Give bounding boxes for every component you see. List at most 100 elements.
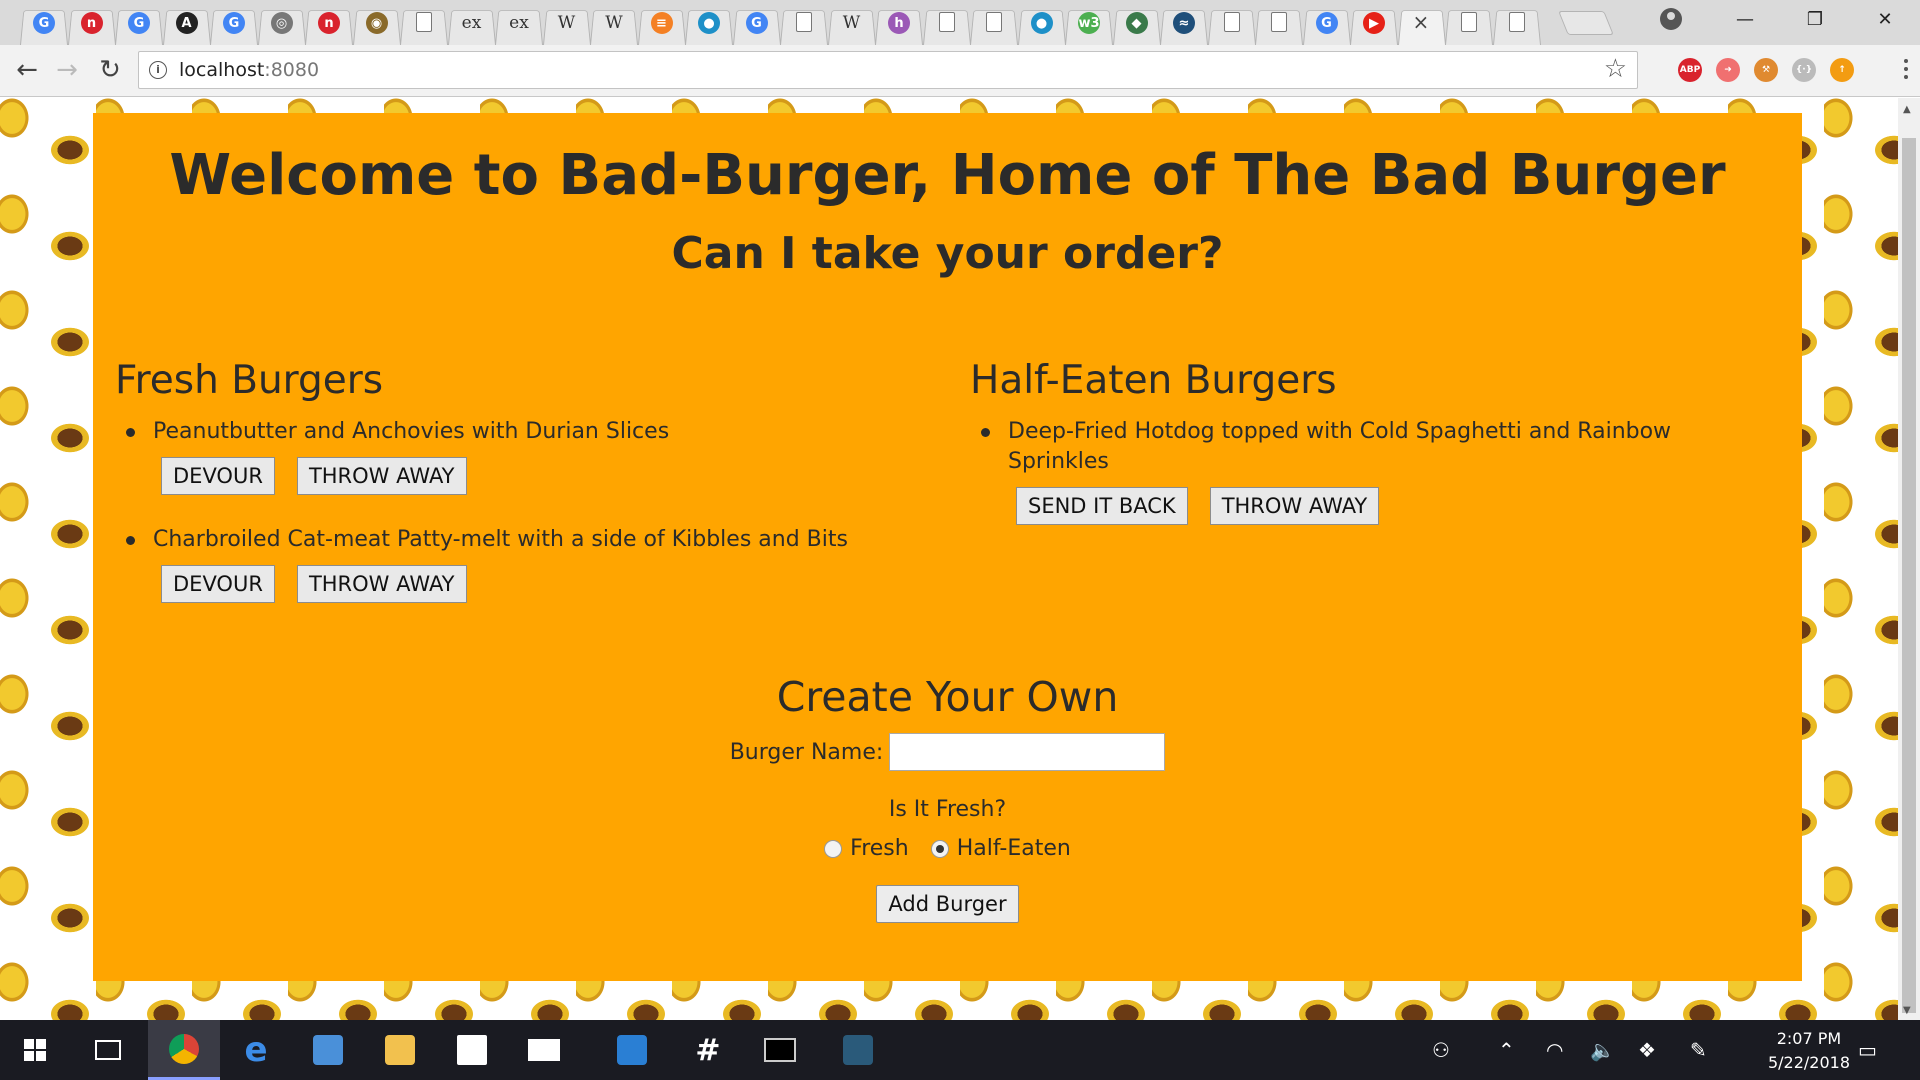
volume-icon[interactable]: 🔈 <box>1590 1038 1615 1062</box>
browser-tab[interactable]: ex <box>448 3 496 45</box>
notification-icon[interactable]: ▭ <box>1858 1038 1877 1062</box>
scroll-up-icon[interactable]: ▲ <box>1903 104 1911 115</box>
browser-tab[interactable]: ◆ <box>1113 3 1161 45</box>
reload-icon[interactable]: ↻ <box>95 55 125 85</box>
browser-tab[interactable]: ● <box>1018 3 1066 45</box>
browser-tab[interactable]: G <box>733 3 781 45</box>
google-icon: G <box>745 12 768 34</box>
back-icon[interactable]: ← <box>12 55 42 85</box>
scroll-down-icon[interactable]: ▼ <box>1903 1005 1911 1016</box>
page-icon <box>796 12 812 32</box>
browser-tab[interactable]: A <box>163 3 211 45</box>
address-bar[interactable]: i localhost:8080 ☆ <box>138 51 1638 89</box>
slack-icon[interactable]: # <box>672 1020 744 1080</box>
add-burger-button[interactable]: Add Burger <box>876 885 1019 923</box>
bracket-extension-icon[interactable]: {·} <box>1792 58 1816 82</box>
browser-tab[interactable]: n <box>305 3 353 45</box>
browser-tab[interactable] <box>1445 3 1493 45</box>
vscode-icon[interactable] <box>596 1020 668 1080</box>
hammer-extension-icon[interactable]: ⚒ <box>1754 58 1778 82</box>
browser-tab[interactable]: w3 <box>1065 3 1113 45</box>
browser-tab[interactable]: ≈ <box>1160 3 1208 45</box>
browser-tab[interactable]: ≡ <box>638 3 686 45</box>
fresh-burgers-section: Fresh Burgers Peanutbutter and Anchovies… <box>93 358 913 633</box>
browser-tab[interactable] <box>1208 3 1256 45</box>
browser-tab[interactable]: ◎ <box>258 3 306 45</box>
browser-tab[interactable]: ▶ <box>1350 3 1398 45</box>
url-host: localhost <box>179 59 265 81</box>
browser-tab[interactable]: ◉ <box>353 3 401 45</box>
browser-tab[interactable] <box>923 3 971 45</box>
page-icon <box>1271 12 1287 32</box>
mysql-workbench-icon[interactable] <box>822 1020 894 1080</box>
store-icon[interactable] <box>436 1020 508 1080</box>
show-hidden-icons[interactable]: ⌃ <box>1498 1038 1515 1062</box>
control-panel-icon[interactable] <box>292 1020 364 1080</box>
browser-tab[interactable]: W <box>828 3 876 45</box>
half-eaten-radio-option[interactable]: Half-Eaten <box>930 836 1071 861</box>
minimize-icon[interactable]: — <box>1710 0 1780 40</box>
browser-tab[interactable]: W <box>590 3 638 45</box>
new-tab-button[interactable] <box>1558 11 1614 35</box>
start-icon[interactable] <box>0 1020 70 1080</box>
file-explorer-icon[interactable] <box>364 1020 436 1080</box>
send-it-back-button[interactable]: SEND IT BACK <box>1016 487 1188 525</box>
active-tab[interactable]: × <box>1398 3 1446 45</box>
scrollbar-thumb[interactable] <box>1902 138 1916 1013</box>
throw-away-button[interactable]: THROW AWAY <box>1209 487 1380 525</box>
freshness-radio-group: Fresh Half-Eaten <box>93 836 1802 861</box>
browser-tab[interactable]: n <box>68 3 116 45</box>
fresh-radio[interactable] <box>824 839 843 858</box>
page-icon <box>938 12 955 32</box>
glasses-icon: ◎ <box>270 12 293 34</box>
edge-icon[interactable]: e <box>220 1020 292 1080</box>
a-logo-icon: A <box>175 12 198 34</box>
task-view-icon[interactable] <box>72 1020 144 1080</box>
update-icon[interactable]: ↑ <box>1830 58 1854 82</box>
people-icon[interactable]: ⚇ <box>1432 1038 1450 1062</box>
browser-tab[interactable]: G <box>1303 3 1351 45</box>
throw-away-button[interactable]: THROW AWAY <box>296 457 467 495</box>
close-window-icon[interactable]: ✕ <box>1850 0 1920 40</box>
info-icon[interactable]: i <box>149 61 167 79</box>
devour-button[interactable]: DEVOUR <box>161 457 275 495</box>
page-scrollbar[interactable]: ▲ ▼ <box>1898 98 1920 1020</box>
fresh-radio-option[interactable]: Fresh <box>824 836 909 861</box>
wifi-icon[interactable]: ◠ <box>1546 1038 1563 1062</box>
half-eaten-radio[interactable] <box>930 839 949 858</box>
dropbox-icon[interactable]: ❖ <box>1638 1038 1656 1062</box>
throw-away-button[interactable]: THROW AWAY <box>296 565 467 603</box>
system-clock[interactable]: 2:07 PM 5/22/2018 <box>1768 1027 1850 1075</box>
browser-tab[interactable] <box>970 3 1018 45</box>
menu-icon[interactable] <box>1904 59 1908 83</box>
browser-tab[interactable] <box>400 3 448 45</box>
burger-name-input[interactable] <box>889 733 1166 771</box>
browser-tab[interactable]: G <box>20 3 68 45</box>
browser-tab[interactable] <box>1255 3 1303 45</box>
terminal-icon[interactable] <box>744 1020 816 1080</box>
browser-tab[interactable]: G <box>210 3 258 45</box>
half-eaten-radio-label: Half-Eaten <box>956 836 1071 861</box>
close-tab-icon[interactable]: × <box>1413 10 1430 34</box>
forward-icon[interactable]: → <box>52 55 82 85</box>
bookmark-star-icon[interactable]: ☆ <box>1604 54 1627 84</box>
profile-icon[interactable] <box>1660 8 1682 30</box>
mail-icon[interactable] <box>508 1020 580 1080</box>
pen-icon[interactable]: ✎ <box>1690 1038 1707 1062</box>
restore-icon[interactable]: ❐ <box>1780 0 1850 40</box>
devour-button[interactable]: DEVOUR <box>161 565 275 603</box>
browser-tab[interactable]: ex <box>495 3 543 45</box>
browser-tab[interactable] <box>780 3 828 45</box>
browser-tab[interactable]: G <box>115 3 163 45</box>
browser-tab[interactable]: ● <box>685 3 733 45</box>
google-icon: G <box>223 12 245 34</box>
burger-name: Deep-Fried Hotdog topped with Cold Spagh… <box>1008 419 1672 474</box>
arrow-extension-icon[interactable]: ➜ <box>1716 58 1740 82</box>
adblock-icon[interactable]: ABP <box>1678 58 1702 82</box>
wikipedia-icon: W <box>557 12 576 33</box>
browser-tab[interactable]: h <box>875 3 923 45</box>
browser-tab[interactable]: W <box>543 3 591 45</box>
chrome-taskbar-icon[interactable] <box>148 1020 220 1080</box>
browser-tab[interactable] <box>1493 3 1541 45</box>
url-text[interactable]: localhost:8080 <box>179 59 319 81</box>
